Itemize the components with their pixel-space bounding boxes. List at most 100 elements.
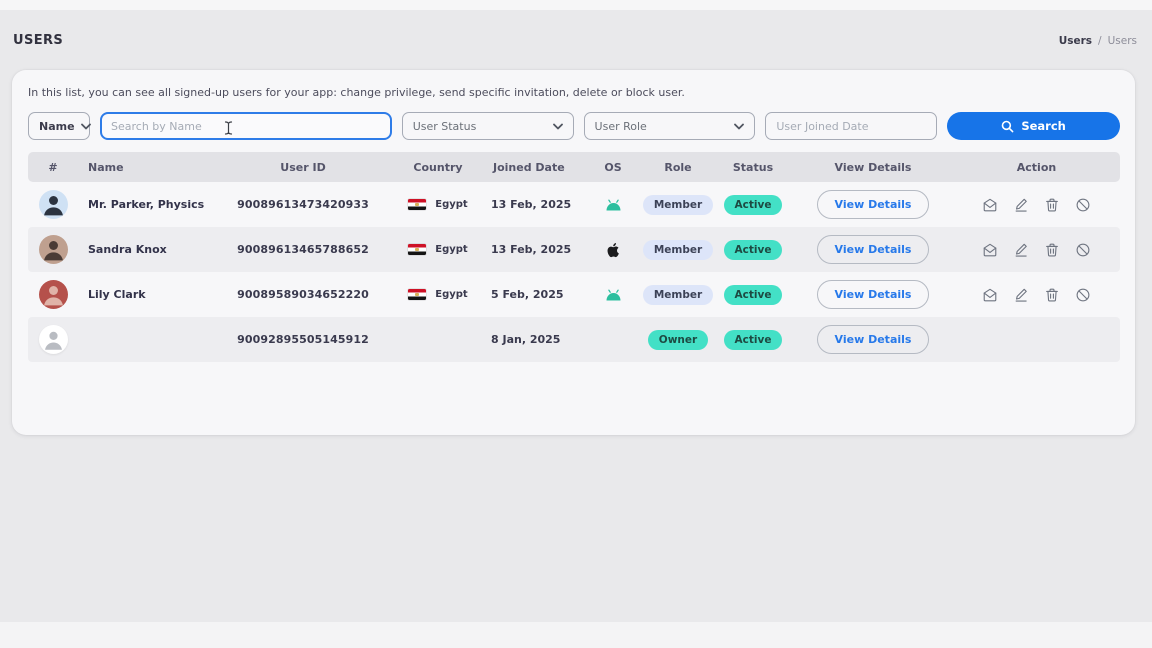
user-name: Lily Clark — [78, 288, 213, 301]
view-details-cell: View Details — [793, 325, 953, 354]
avatar-cell — [28, 235, 78, 264]
chevron-down-icon — [734, 123, 744, 130]
user-name: Sandra Knox — [78, 243, 213, 256]
user-id: 90089613465788652 — [213, 243, 393, 256]
status-cell: Active — [713, 240, 793, 260]
delete-icon[interactable] — [1044, 197, 1060, 213]
user-id: 90089613473420933 — [213, 198, 393, 211]
search-input-wrap — [100, 112, 392, 140]
search-input[interactable] — [102, 114, 390, 138]
user-name: Mr. Parker, Physics — [78, 198, 213, 211]
table-row: Mr. Parker, Physics 90089613473420933 Eg… — [28, 182, 1120, 227]
user-status-select[interactable]: User Status — [402, 112, 574, 140]
search-button[interactable]: Search — [947, 112, 1120, 140]
egypt-flag-icon — [408, 244, 426, 255]
table-row: Lily Clark 90089589034652220 Egypt 5 Feb… — [28, 272, 1120, 317]
joined-date: 5 Feb, 2025 — [483, 288, 583, 301]
view-details-button[interactable]: View Details — [817, 190, 930, 219]
bottom-strip — [0, 622, 1152, 648]
breadcrumb: Users / Users — [1059, 35, 1137, 47]
role-cell: Owner — [643, 330, 713, 350]
email-icon[interactable] — [982, 197, 998, 213]
block-icon[interactable] — [1075, 197, 1091, 213]
egypt-flag-icon — [408, 199, 426, 210]
country-name: Egypt — [435, 289, 467, 300]
status-badge: Active — [724, 195, 783, 215]
edit-icon[interactable] — [1013, 287, 1029, 303]
os-cell — [583, 199, 643, 211]
status-badge: Active — [724, 240, 783, 260]
actions-cell — [953, 287, 1120, 303]
search-field-select[interactable]: Name — [28, 112, 90, 140]
avatar-cell — [28, 325, 78, 354]
actions-cell — [953, 197, 1120, 213]
os-cell — [583, 242, 643, 258]
view-details-cell: View Details — [793, 190, 953, 219]
status-badge: Active — [724, 285, 783, 305]
breadcrumb-users-primary[interactable]: Users — [1059, 35, 1092, 47]
chevron-down-icon — [553, 123, 563, 130]
os-cell — [583, 289, 643, 301]
role-cell: Member — [643, 285, 713, 305]
apple-icon — [606, 242, 620, 258]
view-details-button[interactable]: View Details — [817, 280, 930, 309]
status-cell: Active — [713, 285, 793, 305]
country-cell: Egypt — [393, 289, 483, 300]
country-name: Egypt — [435, 199, 467, 210]
role-badge: Member — [643, 195, 713, 215]
card-description: In this list, you can see all signed-up … — [28, 86, 685, 99]
table-header-row: # Name User ID Country Joined Date OS Ro… — [28, 152, 1120, 182]
chevron-down-icon — [81, 123, 91, 130]
joined-date: 13 Feb, 2025 — [483, 243, 583, 256]
joined-date: 13 Feb, 2025 — [483, 198, 583, 211]
country-cell: Egypt — [393, 199, 483, 210]
avatar-cell — [28, 190, 78, 219]
col-header-view-details: View Details — [793, 161, 953, 174]
email-icon[interactable] — [982, 287, 998, 303]
country-name: Egypt — [435, 244, 467, 255]
search-field-select-value: Name — [39, 120, 75, 133]
col-header-index: # — [28, 161, 78, 174]
page-header: USERS Users / Users — [13, 33, 1137, 48]
role-badge: Owner — [648, 330, 708, 350]
col-header-name: Name — [78, 161, 213, 174]
user-role-select[interactable]: User Role — [584, 112, 756, 140]
block-icon[interactable] — [1075, 242, 1091, 258]
joined-date: 8 Jan, 2025 — [483, 333, 583, 346]
table-row: Sandra Knox 90089613465788652 Egypt 13 F… — [28, 227, 1120, 272]
egypt-flag-icon — [408, 289, 426, 300]
delete-icon[interactable] — [1044, 287, 1060, 303]
edit-icon[interactable] — [1013, 242, 1029, 258]
joined-date-input[interactable] — [766, 113, 936, 139]
breadcrumb-users-secondary[interactable]: Users — [1108, 35, 1137, 47]
avatar-placeholder — [39, 325, 68, 354]
col-header-os: OS — [583, 161, 643, 174]
country-cell: Egypt — [393, 244, 483, 255]
view-details-cell: View Details — [793, 280, 953, 309]
view-details-button[interactable]: View Details — [817, 235, 930, 264]
top-strip — [0, 0, 1152, 10]
view-details-button[interactable]: View Details — [817, 325, 930, 354]
user-id: 90092895505145912 — [213, 333, 393, 346]
col-header-status: Status — [713, 161, 793, 174]
breadcrumb-separator: / — [1098, 35, 1102, 47]
avatar — [39, 280, 68, 309]
role-badge: Member — [643, 285, 713, 305]
col-header-role: Role — [643, 161, 713, 174]
filter-bar: Name User Status User Role — [28, 112, 1120, 140]
role-cell: Member — [643, 240, 713, 260]
search-button-label: Search — [1021, 119, 1066, 133]
android-icon — [605, 289, 622, 301]
status-cell: Active — [713, 330, 793, 350]
email-icon[interactable] — [982, 242, 998, 258]
block-icon[interactable] — [1075, 287, 1091, 303]
joined-date-input-wrap — [765, 112, 937, 140]
users-card: In this list, you can see all signed-up … — [12, 70, 1135, 435]
role-badge: Member — [643, 240, 713, 260]
delete-icon[interactable] — [1044, 242, 1060, 258]
edit-icon[interactable] — [1013, 197, 1029, 213]
user-id: 90089589034652220 — [213, 288, 393, 301]
view-details-cell: View Details — [793, 235, 953, 264]
android-icon — [605, 199, 622, 211]
col-header-user-id: User ID — [213, 161, 393, 174]
